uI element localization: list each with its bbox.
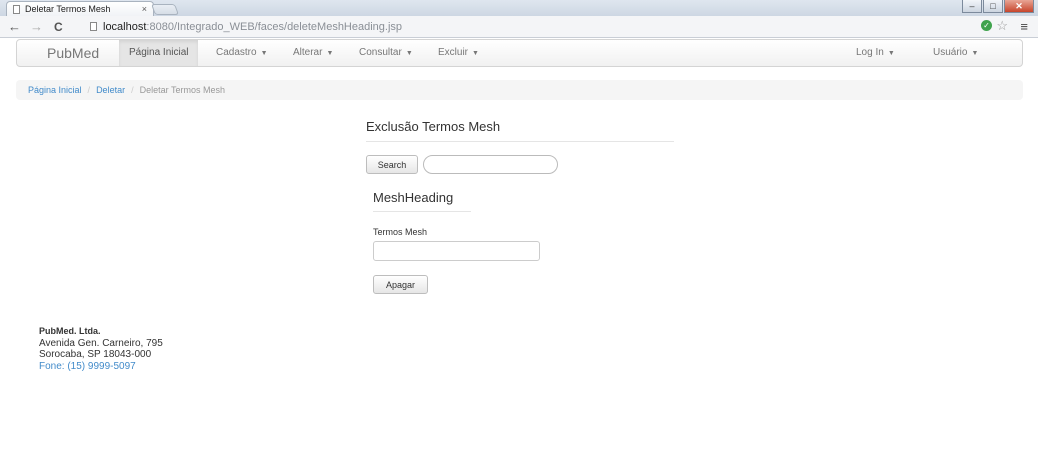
search-input[interactable] [423,155,558,174]
browser-menu-icon[interactable]: ≡ [1020,19,1028,35]
maximize-button[interactable]: □ [983,0,1003,13]
chevron-down-icon: ▼ [405,50,413,57]
section-title: MeshHeading [373,190,471,212]
browser-titlebar: Deletar Termos Mesh × – □ ✕ [0,0,1038,16]
window-controls: – □ ✕ [962,0,1034,13]
search-button[interactable]: Search [366,155,418,174]
termos-mesh-field[interactable] [373,241,540,261]
chevron-down-icon: ▼ [326,50,334,57]
footer-phone: Fone: (15) 9999-5097 [39,360,136,372]
browser-tab[interactable]: Deletar Termos Mesh × [6,1,154,16]
page-title: Exclusão Termos Mesh [366,119,674,142]
bookmark-star-icon[interactable]: ☆ [996,18,1008,34]
url-path: :8080/Integrado_WEB/faces/deleteMeshHead… [146,21,403,33]
chevron-down-icon: ▼ [472,50,479,57]
nav-cadastro[interactable]: Cadastro ▼ [216,40,268,66]
breadcrumb-separator: / [131,85,134,95]
nav-label: Consultar [359,47,402,58]
footer-city: Sorocaba, SP 18043-000 [39,349,152,360]
navbar: PubMed Página Inicial Cadastro ▼ Alterar ▼… [16,39,1023,67]
chevron-down-icon: ▼ [887,50,895,57]
termos-mesh-label: Termos Mesh [373,227,428,237]
tab-close-icon[interactable]: × [142,2,147,16]
footer-address: Avenida Gen. Carneiro, 795 [39,337,163,349]
nav-alterar[interactable]: Alterar ▼ [293,40,333,66]
new-tab-button[interactable] [150,4,180,15]
nav-log-in[interactable]: Log In ▼ [856,40,895,66]
breadcrumb-separator: / [87,85,91,95]
nav-pagina-inicial[interactable]: Página Inicial [119,40,199,66]
tab-title: Deletar Termos Mesh [25,4,111,14]
address-bar[interactable]: localhost:8080/Integrado_WEB/faces/delet… [84,19,1004,35]
window-close-button[interactable]: ✕ [1004,0,1034,13]
nav-usuario[interactable]: Usuário ▼ [933,40,978,66]
nav-label: Alterar [293,47,323,58]
nav-excluir[interactable]: Excluir ▼ [438,40,479,66]
footer-company: PubMed. Ltda. [39,326,101,336]
page-icon [90,22,97,31]
back-icon[interactable]: ← [8,19,21,35]
chevron-down-icon: ▼ [971,50,979,57]
nav-label: Log In [856,47,884,58]
breadcrumb-item-home[interactable]: Página Inicial [28,85,82,95]
nav-label: Cadastro [216,47,257,58]
breadcrumb-item-current: Deletar Termos Mesh [139,85,225,95]
breadcrumb: Página Inicial / Deletar / Deletar Termos Me… [16,80,1023,100]
footer: PubMed. Ltda. Avenida Gen. Carneiro, 795… [39,326,163,372]
extension-icon[interactable]: ✓ [981,20,992,31]
delete-button[interactable]: Apagar [373,275,428,294]
nav-label: Excluir [438,47,469,58]
nav-label: Usuário [933,47,968,58]
forward-icon[interactable]: → [30,19,43,35]
nav-consultar[interactable]: Consultar ▼ [359,40,413,66]
url-host: localhost [103,21,147,33]
page-icon [13,5,20,14]
reload-icon[interactable]: C [54,19,63,35]
chevron-down-icon: ▼ [260,50,268,57]
address-toolbar: ← → C localhost:8080/Integrado_WEB/faces… [0,16,1038,38]
minimize-button[interactable]: – [962,0,982,13]
breadcrumb-item-deletar[interactable]: Deletar [96,85,125,95]
brand-logo[interactable]: PubMed [47,40,99,66]
